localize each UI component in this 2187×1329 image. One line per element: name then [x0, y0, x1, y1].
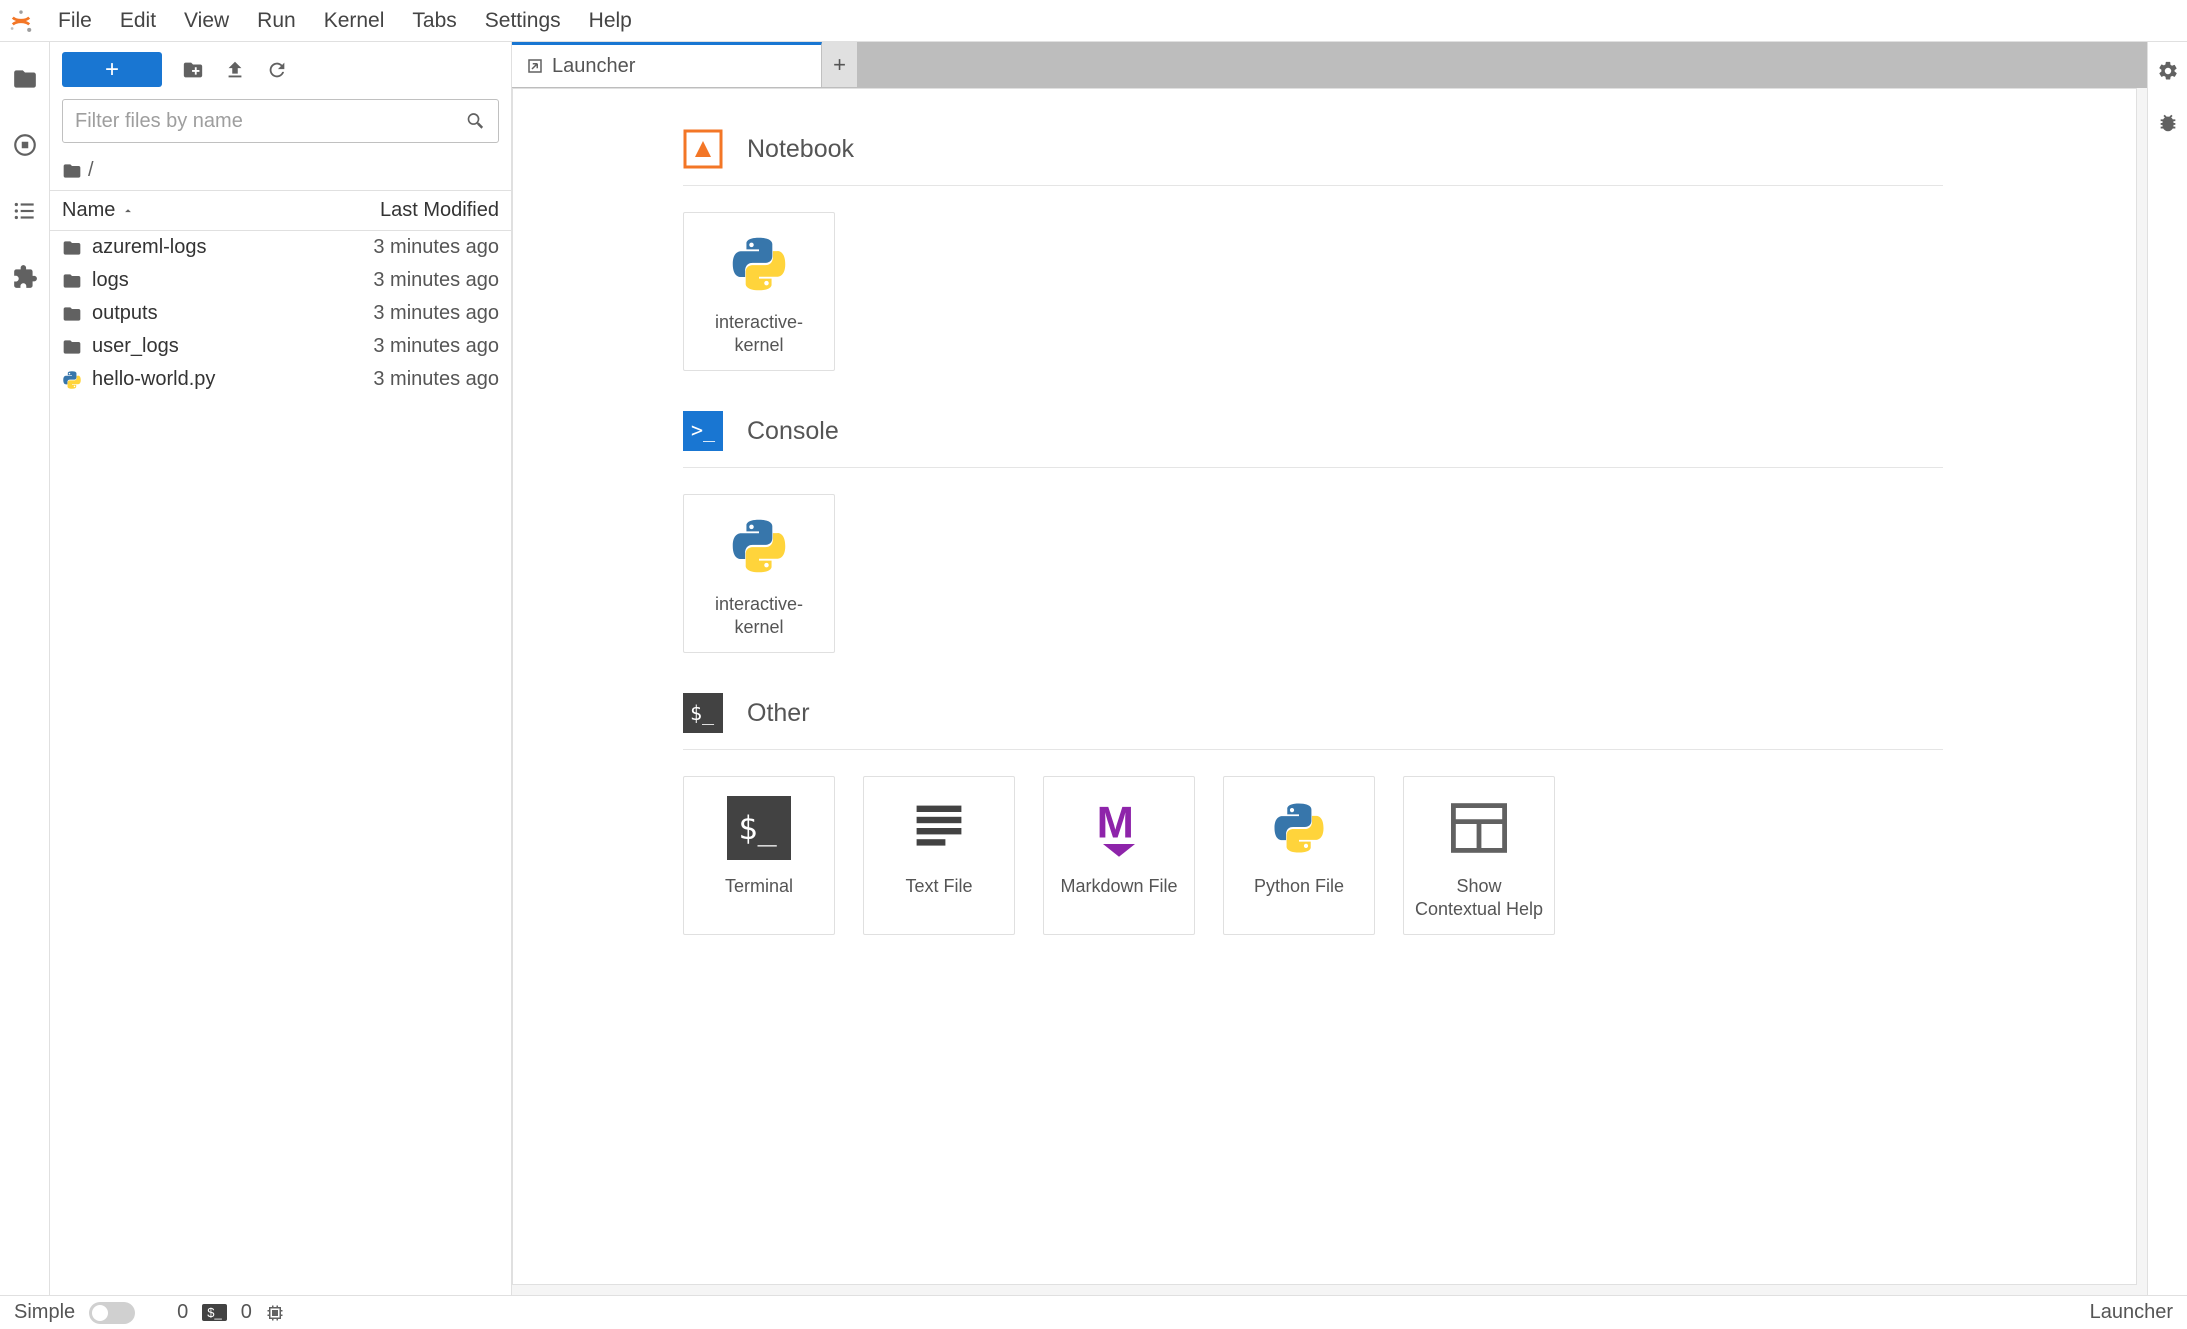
- file-browser: + / Name Last Modified azureml-logs: [50, 42, 512, 1295]
- python-icon: [723, 513, 795, 579]
- card-markdown-file[interactable]: M Markdown File: [1043, 776, 1195, 935]
- property-inspector-icon[interactable]: [2157, 60, 2179, 82]
- terminals-count[interactable]: 0: [177, 1301, 188, 1324]
- section-title: Notebook: [747, 135, 854, 164]
- header-modified[interactable]: Last Modified: [309, 199, 499, 222]
- status-mode: Launcher: [2090, 1301, 2173, 1324]
- breadcrumb-folder-icon: [62, 161, 82, 181]
- folder-icon: [62, 238, 82, 258]
- notebook-badge-icon: [683, 129, 723, 169]
- filter-input[interactable]: [63, 110, 498, 133]
- section-console: >_ Console interactive-kernel: [683, 411, 2136, 653]
- python-file-icon: [62, 370, 82, 390]
- card-contextual-help[interactable]: Show Contextual Help: [1403, 776, 1555, 935]
- tab-launcher[interactable]: Launcher: [512, 42, 822, 87]
- status-bar: Simple 0 $_ 0 Launcher: [0, 1295, 2187, 1329]
- svg-text:>_: >_: [691, 418, 716, 442]
- section-other: $_ Other $_ Terminal Te: [683, 693, 2136, 935]
- folder-icon: [62, 271, 82, 291]
- breadcrumb[interactable]: /: [50, 151, 511, 191]
- search-icon: [466, 111, 486, 131]
- folder-icon: [62, 304, 82, 324]
- section-title: Other: [747, 699, 810, 728]
- section-notebook: Notebook interactive-kernel: [683, 129, 2136, 371]
- running-icon[interactable]: [12, 132, 38, 158]
- python-icon: [723, 231, 795, 297]
- console-badge-icon: >_: [683, 411, 723, 451]
- card-console-interactive-kernel[interactable]: interactive-kernel: [683, 494, 835, 653]
- svg-text:$_: $_: [738, 809, 777, 847]
- card-python-file[interactable]: Python File: [1223, 776, 1375, 935]
- svg-text:M: M: [1097, 798, 1134, 848]
- file-row[interactable]: user_logs 3 minutes ago: [50, 330, 511, 363]
- toc-icon[interactable]: [12, 198, 38, 224]
- new-tab-button[interactable]: +: [822, 42, 858, 87]
- activity-bar: [0, 42, 50, 1295]
- folder-icon: [62, 337, 82, 357]
- header-name[interactable]: Name: [62, 199, 309, 222]
- menu-file[interactable]: File: [44, 9, 106, 33]
- folder-icon[interactable]: [12, 66, 38, 92]
- new-launcher-button[interactable]: +: [62, 52, 162, 87]
- file-row[interactable]: hello-world.py 3 minutes ago: [50, 363, 511, 396]
- simple-mode-label: Simple: [14, 1301, 75, 1324]
- file-list: azureml-logs 3 minutes ago logs 3 minute…: [50, 231, 511, 1295]
- debug-icon[interactable]: [2157, 112, 2179, 134]
- menu-kernel[interactable]: Kernel: [310, 9, 399, 33]
- kernels-count[interactable]: 0: [241, 1301, 252, 1324]
- new-folder-icon[interactable]: [182, 59, 204, 81]
- simple-mode-toggle[interactable]: [89, 1302, 135, 1324]
- menu-tabs[interactable]: Tabs: [398, 9, 470, 33]
- tab-title: Launcher: [552, 55, 635, 78]
- menu-bar: File Edit View Run Kernel Tabs Settings …: [0, 0, 2187, 42]
- section-title: Console: [747, 417, 839, 446]
- card-terminal[interactable]: $_ Terminal: [683, 776, 835, 935]
- file-toolbar: +: [50, 42, 511, 95]
- svg-text:$_: $_: [690, 701, 715, 725]
- menu-run[interactable]: Run: [243, 9, 310, 33]
- file-list-header: Name Last Modified: [50, 191, 511, 231]
- file-row[interactable]: outputs 3 minutes ago: [50, 297, 511, 330]
- right-sidebar: [2147, 42, 2187, 1295]
- menu-view[interactable]: View: [170, 9, 243, 33]
- sort-asc-icon: [121, 204, 135, 218]
- menu-help[interactable]: Help: [575, 9, 646, 33]
- extension-icon[interactable]: [12, 264, 38, 290]
- main-dock: Launcher + Notebook intera: [512, 42, 2147, 1295]
- card-notebook-interactive-kernel[interactable]: interactive-kernel: [683, 212, 835, 371]
- upload-icon[interactable]: [224, 59, 246, 81]
- text-file-icon: [907, 795, 971, 861]
- contextual-help-icon: [1447, 795, 1511, 861]
- markdown-icon: M: [1087, 795, 1151, 861]
- terminal-badge-icon[interactable]: $_: [202, 1304, 226, 1321]
- filter-input-wrap: [62, 99, 499, 143]
- file-row[interactable]: azureml-logs 3 minutes ago: [50, 231, 511, 264]
- breadcrumb-root: /: [88, 159, 94, 182]
- python-icon: [1267, 795, 1331, 861]
- jupyter-logo-icon: [8, 8, 34, 34]
- menu-settings[interactable]: Settings: [471, 9, 575, 33]
- launcher: Notebook interactive-kernel >_: [512, 88, 2137, 1285]
- kernel-status-icon[interactable]: [266, 1304, 284, 1322]
- tab-bar: Launcher +: [512, 42, 2147, 88]
- refresh-icon[interactable]: [266, 59, 288, 81]
- launcher-tab-icon: [526, 57, 544, 75]
- terminal-icon: $_: [727, 795, 791, 861]
- menu-edit[interactable]: Edit: [106, 9, 170, 33]
- other-badge-icon: $_: [683, 693, 723, 733]
- file-row[interactable]: logs 3 minutes ago: [50, 264, 511, 297]
- card-text-file[interactable]: Text File: [863, 776, 1015, 935]
